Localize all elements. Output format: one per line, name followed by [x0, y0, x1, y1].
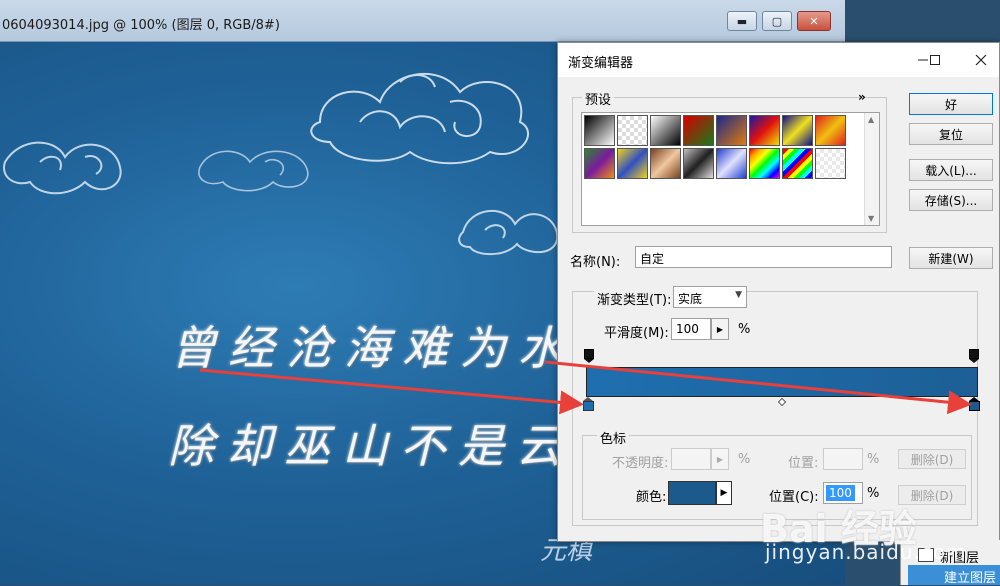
smoothness-unit: % — [738, 322, 751, 337]
name-input[interactable]: 自定 — [635, 246, 892, 268]
opacity-position-label: 位置: — [788, 456, 819, 471]
gradient-type-label: 渐变类型(T): — [594, 289, 675, 308]
color-stop-right[interactable] — [969, 397, 980, 411]
smoothness-input[interactable]: 100 — [671, 318, 711, 340]
new-button[interactable]: 新建(W) — [909, 247, 993, 269]
opacity-unit: % — [738, 452, 751, 467]
load-button[interactable]: 载入(L)... — [909, 159, 993, 181]
preset-swatch[interactable] — [815, 115, 846, 146]
presets-menu-button[interactable]: » — [858, 90, 866, 104]
preset-swatch[interactable] — [782, 115, 813, 146]
preset-swatch[interactable] — [749, 115, 780, 146]
stops-legend: 色标 — [597, 428, 630, 447]
preset-swatch[interactable] — [683, 148, 714, 179]
preset-swatch-grid: ▲ ▼ — [581, 112, 880, 226]
preset-swatch[interactable] — [584, 115, 615, 146]
gradient-type-select[interactable]: 实底 ▼ — [673, 286, 747, 308]
chevron-right-icon: ▶ — [716, 454, 724, 464]
color-menu-button[interactable]: ▶ — [716, 481, 732, 505]
opacity-stop-left[interactable] — [584, 349, 594, 363]
dialog-close-button[interactable] — [966, 49, 996, 71]
reset-button[interactable]: 复位 — [909, 123, 993, 145]
color-label: 颜色: — [636, 490, 667, 505]
close-button[interactable]: ✕ — [797, 11, 831, 31]
document-titlebar[interactable]: 0604093014.jpg @ 100% (图层 0, RGB/8#) ▬ ▢… — [0, 0, 845, 42]
chevron-down-icon: ▼ — [735, 290, 742, 300]
watermark-url: jingyan.baidu.com — [765, 540, 967, 564]
dialog-titlebar[interactable]: 渐变编辑器 — [558, 43, 999, 77]
name-label: 名称(N): — [570, 255, 621, 270]
cloud-decoration — [198, 150, 309, 192]
cloud-decoration — [3, 141, 122, 195]
color-stop-left[interactable] — [583, 397, 594, 411]
document-title: 0604093014.jpg @ 100% (图层 0, RGB/8#) — [2, 18, 280, 33]
cloud-decoration — [458, 209, 559, 256]
maximize-icon: ▢ — [771, 14, 783, 28]
maximize-button[interactable]: ▢ — [762, 11, 792, 31]
smoothness-label: 平滑度(M): — [604, 326, 669, 341]
preset-swatch[interactable] — [650, 115, 681, 146]
preset-swatch[interactable] — [650, 148, 681, 179]
close-icon: ✕ — [809, 14, 819, 28]
layer-item-build[interactable]: 建立图层 — [908, 565, 1000, 586]
preset-swatch[interactable] — [617, 148, 648, 179]
maximize-icon — [930, 55, 940, 65]
minimize-button[interactable]: ▬ — [727, 11, 757, 31]
save-button[interactable]: 存储(S)... — [909, 189, 993, 211]
opacity-stop-right[interactable] — [969, 349, 979, 363]
minimize-icon: ▬ — [736, 14, 748, 28]
poem-line-2: 除却巫山不是云 — [168, 419, 574, 473]
opacity-input — [671, 448, 711, 470]
gradient-type-value: 实底 — [678, 292, 703, 306]
ok-button[interactable]: 好 — [909, 93, 993, 115]
preset-swatch[interactable] — [749, 148, 780, 179]
opacity-slider-button: ▶ — [711, 448, 729, 470]
preset-swatch[interactable] — [617, 115, 648, 146]
close-icon — [975, 54, 987, 66]
scroll-up-icon[interactable]: ▲ — [868, 115, 874, 124]
dialog-title: 渐变编辑器 — [568, 56, 634, 71]
opacity-position-input — [823, 448, 863, 470]
preset-swatch[interactable] — [716, 148, 747, 179]
preset-swatch[interactable] — [815, 148, 846, 179]
dialog-maximize-button[interactable] — [920, 49, 950, 71]
opacity-position-unit: % — [867, 452, 880, 467]
preset-scrollbar[interactable]: ▲ ▼ — [864, 113, 879, 225]
presets-group: 预设 ▲ ▼ — [572, 89, 887, 233]
scroll-down-icon[interactable]: ▼ — [868, 214, 874, 223]
cloud-decoration — [310, 73, 530, 165]
presets-legend: 预设 — [582, 89, 615, 108]
gradient-editor-dialog: 渐变编辑器 预设 ▲ ▼ » 好 复位 载入(L)... 存储(S)... 名称… — [557, 42, 1000, 542]
gradient-preview-bar[interactable] — [586, 367, 978, 397]
chevron-right-icon: ▶ — [720, 488, 728, 498]
preset-swatch[interactable] — [584, 148, 615, 179]
color-swatch[interactable] — [668, 481, 716, 505]
opacity-delete-button: 删除(D) — [898, 449, 966, 469]
preset-swatch[interactable] — [683, 115, 714, 146]
poem-line-1: 曾经沧海难为水 — [170, 321, 576, 375]
opacity-label: 不透明度: — [612, 456, 669, 471]
smoothness-slider-button[interactable]: ▶ — [711, 318, 729, 340]
preset-swatch[interactable] — [782, 148, 813, 179]
preset-swatch[interactable] — [716, 115, 747, 146]
chevron-right-icon: ▶ — [716, 324, 724, 334]
